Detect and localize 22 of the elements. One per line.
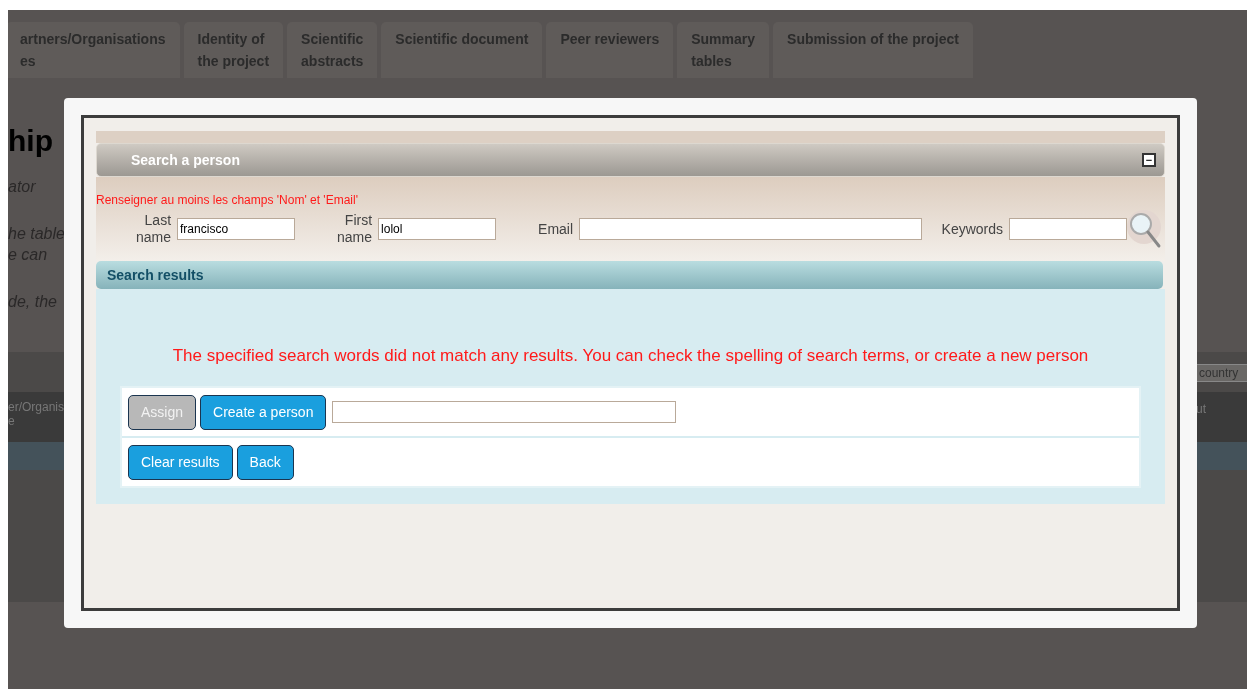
input-field[interactable]: francisco [177, 218, 296, 240]
column-header: ut [1196, 401, 1206, 418]
search-icon[interactable] [1127, 209, 1163, 249]
page-heading: hip [8, 124, 53, 157]
filter-field[interactable]: country [1196, 364, 1247, 382]
panel-title: Search a person [131, 150, 240, 170]
field-label: First name [337, 212, 373, 246]
action-button[interactable]: Clear results [128, 444, 233, 480]
input-field[interactable] [332, 401, 677, 423]
input-field[interactable] [1009, 218, 1128, 240]
instruction-text: Renseigner au moins les champs 'Nom' et 'Email' [96, 193, 359, 207]
input-field[interactable] [579, 218, 922, 240]
action-button[interactable]: Create a person [200, 394, 327, 430]
field-label: Keywords [941, 220, 1004, 238]
field-label: Email [538, 220, 574, 238]
field-label: Last name [136, 212, 172, 246]
collapse-button[interactable]: − [1142, 153, 1156, 167]
action-button[interactable]: Back [236, 444, 294, 480]
input-field[interactable]: lolol [378, 218, 497, 240]
column-header: er/Organis e [8, 400, 65, 428]
no-results-message: The specified search words did not match any results. You can check the spelling of search terms, or create a new person [171, 345, 1090, 367]
results-title: Search results [107, 265, 204, 285]
